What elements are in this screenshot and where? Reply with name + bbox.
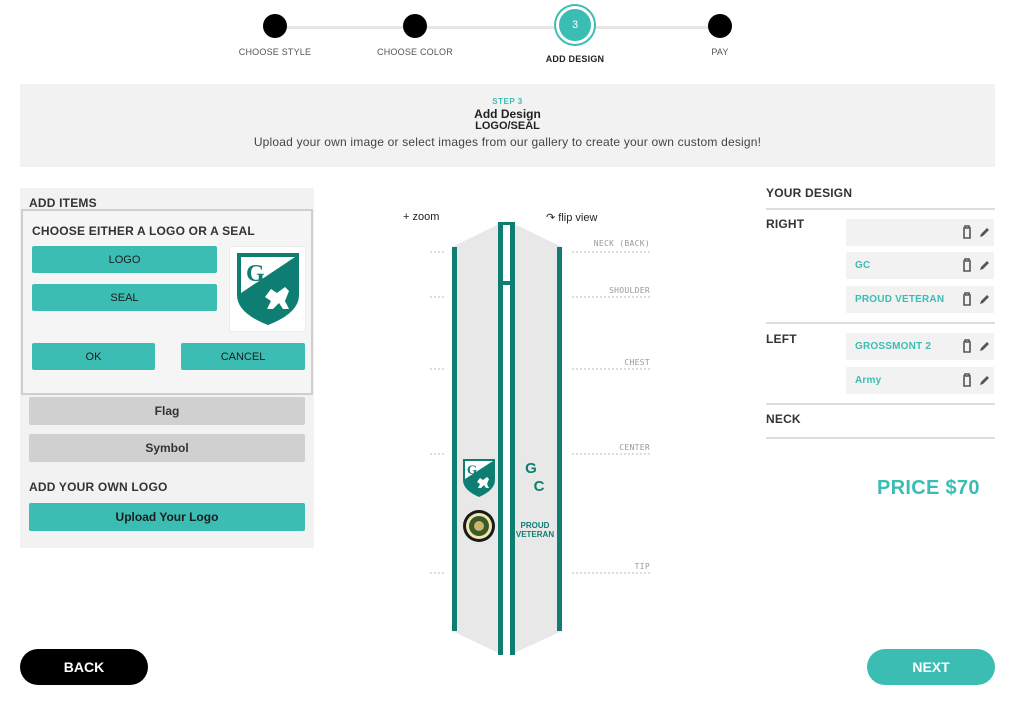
stole-center-left-edge [498, 222, 503, 655]
zone-tip: TIP [635, 562, 650, 571]
trash-icon[interactable] [961, 339, 973, 353]
zone-shoulder: SHOULDER [609, 286, 650, 295]
logo-seal-chooser: CHOOSE EITHER A LOGO OR A SEAL LOGO SEAL… [21, 209, 313, 395]
ok-button[interactable]: OK [32, 343, 155, 370]
step-dot[interactable] [403, 14, 427, 38]
stole-text-proud: PROUD [521, 521, 550, 530]
divider [766, 403, 995, 405]
design-item-left-1[interactable]: GROSSMONT 2 [846, 333, 994, 360]
logo-seal-question: CHOOSE EITHER A LOGO OR A SEAL [32, 224, 255, 238]
price-total: PRICE $70 [877, 477, 980, 499]
stole-text-veteran: VETERAN [516, 530, 554, 539]
stole-left-panel [452, 222, 503, 655]
stepper-track [275, 26, 720, 29]
step-label: ADD DESIGN [545, 54, 605, 64]
divider [766, 208, 995, 210]
edit-icon[interactable] [978, 373, 990, 387]
logo-preview: G [229, 246, 306, 332]
step-label: CHOOSE COLOR [377, 47, 453, 57]
trash-icon[interactable] [961, 373, 973, 387]
edit-icon[interactable] [978, 258, 990, 272]
stole-text-c: C [534, 478, 545, 495]
step-dot[interactable] [263, 14, 287, 38]
logo-button[interactable]: LOGO [32, 246, 217, 273]
design-item-right-2[interactable]: GC [846, 252, 994, 279]
step-dot-active[interactable]: 3 [556, 6, 594, 44]
step-dot[interactable] [708, 14, 732, 38]
zone-chest: CHEST [624, 358, 650, 367]
left-section-label: LEFT [766, 332, 797, 346]
symbol-button[interactable]: Symbol [29, 434, 305, 462]
design-item-right-1[interactable] [846, 219, 994, 246]
banner-description: Upload your own image or select images f… [253, 135, 762, 149]
edit-icon[interactable] [978, 225, 990, 239]
design-item-label: PROUD VETERAN [855, 294, 945, 305]
add-items-heading: ADD ITEMS [29, 196, 97, 210]
own-logo-heading: ADD YOUR OWN LOGO [29, 480, 168, 494]
zone-center: CENTER [619, 443, 650, 452]
add-items-panel: ADD ITEMS CHOOSE EITHER A LOGO OR A SEAL… [20, 188, 314, 548]
stole-right-panel [510, 222, 562, 655]
zone-neck-back: NECK (BACK) [594, 239, 650, 248]
step-tag: STEP 3 [492, 97, 523, 106]
design-item-right-3[interactable]: PROUD VETERAN [846, 286, 994, 313]
step-choose-style[interactable]: CHOOSE STYLE [215, 0, 335, 57]
trash-icon[interactable] [961, 258, 973, 272]
stole-preview: NECK (BACK) SHOULDER CHEST CENTER TIP G … [430, 222, 650, 655]
right-section-label: RIGHT [766, 217, 805, 231]
step-label: PAY [711, 47, 729, 57]
your-design-heading: YOUR DESIGN [766, 186, 853, 200]
trash-icon[interactable] [961, 225, 973, 239]
next-button[interactable]: NEXT [867, 649, 995, 685]
svg-text:G: G [246, 261, 265, 287]
stole-left-edge [452, 247, 457, 631]
banner-title: Add Design [474, 107, 541, 121]
design-item-label: GC [855, 260, 871, 271]
banner-subtitle: LOGO/SEAL [475, 120, 540, 132]
shield-logo-icon: G [236, 253, 299, 325]
step-add-design[interactable]: 3 ADD DESIGN [515, 0, 635, 64]
progress-stepper: CHOOSE STYLE CHOOSE COLOR 3 ADD DESIGN P… [0, 0, 1024, 80]
army-seal-icon [463, 510, 495, 542]
design-item-label: GROSSMONT 2 [855, 341, 932, 352]
flag-button[interactable]: Flag [29, 397, 305, 425]
stole-right-edge [557, 247, 562, 631]
step-pay[interactable]: PAY [660, 0, 780, 57]
svg-text:G: G [467, 462, 477, 477]
upload-logo-button[interactable]: Upload Your Logo [29, 503, 305, 531]
divider [766, 437, 995, 439]
back-button[interactable]: BACK [20, 649, 148, 685]
design-item-label: Army [855, 375, 882, 386]
design-item-left-2[interactable]: Army [846, 367, 994, 394]
stole-text-g: G [525, 460, 537, 477]
step-banner: STEP 3 Add Design LOGO/SEAL Upload your … [20, 84, 995, 167]
step-choose-color[interactable]: CHOOSE COLOR [355, 0, 475, 57]
edit-icon[interactable] [978, 339, 990, 353]
divider [766, 322, 995, 324]
neck-section-label: NECK [766, 412, 801, 426]
cancel-button[interactable]: CANCEL [181, 343, 305, 370]
edit-icon[interactable] [978, 292, 990, 306]
stole-center-right-edge [510, 222, 515, 655]
seal-button[interactable]: SEAL [32, 284, 217, 311]
trash-icon[interactable] [961, 292, 973, 306]
step-label: CHOOSE STYLE [238, 47, 312, 57]
